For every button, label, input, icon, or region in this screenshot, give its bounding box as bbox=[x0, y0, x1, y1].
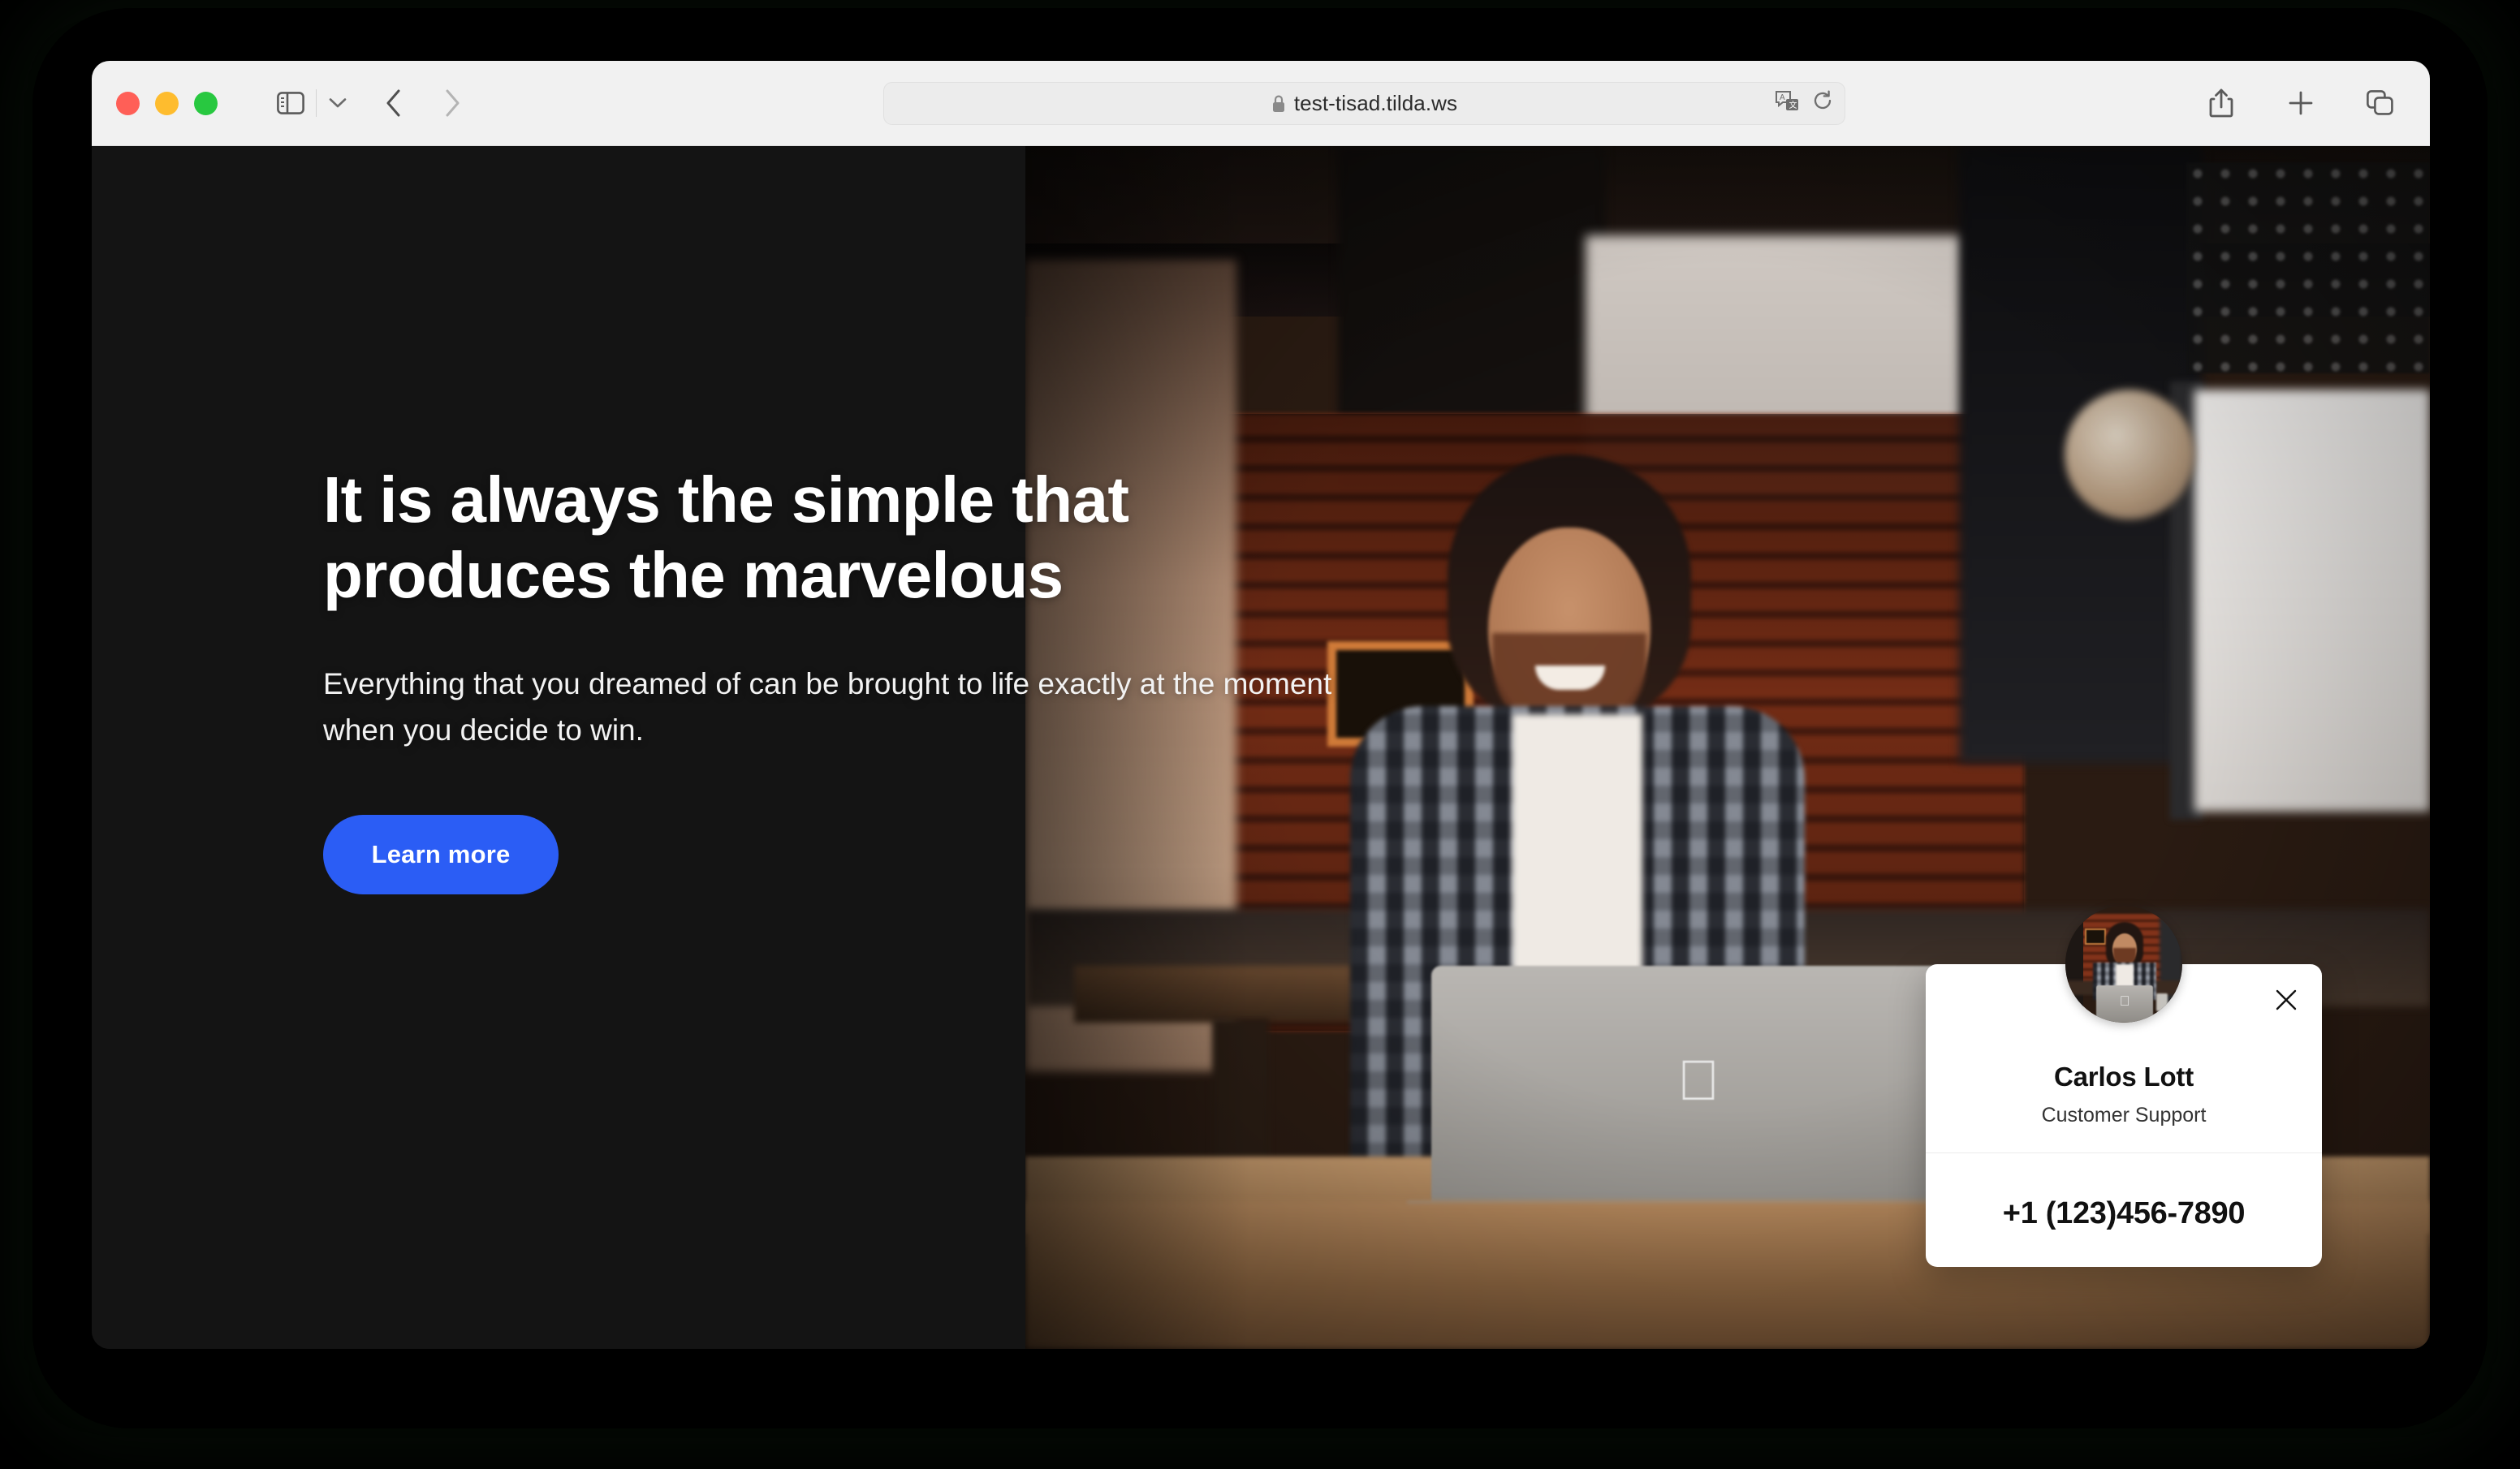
url-text: test-tisad.tilda.ws bbox=[1293, 91, 1458, 115]
web-page-content:  It is always the simple that produces … bbox=[92, 146, 2430, 1349]
reload-icon[interactable] bbox=[1812, 90, 1833, 117]
contact-name: Carlos Lott bbox=[2054, 1062, 2194, 1092]
url-cluster: test-tisad.tilda.ws bbox=[1271, 91, 1457, 116]
contact-phone[interactable]: +1 (123)456-7890 bbox=[1926, 1196, 2322, 1231]
hero-subtitle: Everything that you dreamed of can be br… bbox=[323, 666, 1332, 747]
lock-icon bbox=[1271, 94, 1286, 114]
contact-role: Customer Support bbox=[2041, 1104, 2207, 1127]
toolbar-right-controls bbox=[2199, 61, 2402, 145]
window-controls bbox=[116, 91, 218, 115]
zoom-window-button[interactable] bbox=[194, 91, 218, 115]
hero-copy: It is always the simple that produces th… bbox=[323, 463, 1403, 895]
contact-card:  Carlos Lott Customer Support +1 (123)4… bbox=[1926, 906, 2322, 1267]
close-window-button[interactable] bbox=[116, 91, 140, 115]
desktop-background: test-tisad.tilda.ws A 文 It is always the… bbox=[0, 0, 2520, 1469]
toolbar-divider bbox=[316, 89, 317, 117]
address-bar[interactable]: test-tisad.tilda.ws A 文 bbox=[883, 82, 1845, 125]
address-bar-actions: A 文 bbox=[1775, 83, 1833, 124]
back-button[interactable] bbox=[372, 81, 416, 125]
chevron-down-icon[interactable] bbox=[321, 81, 354, 125]
close-icon[interactable] bbox=[2270, 984, 2302, 1016]
share-icon[interactable] bbox=[2199, 81, 2243, 125]
sidebar-toggle-icon[interactable] bbox=[269, 81, 313, 125]
avatar:  bbox=[2065, 906, 2182, 1023]
page-title: It is always the simple that produces th… bbox=[323, 463, 1129, 611]
forward-button[interactable] bbox=[430, 81, 474, 125]
safari-browser-window: test-tisad.tilda.ws A 文 It is always the… bbox=[92, 61, 2430, 1349]
svg-text:A: A bbox=[1780, 93, 1785, 102]
tab-overview-icon[interactable] bbox=[2358, 81, 2402, 125]
translate-icon[interactable]: A 文 bbox=[1775, 89, 1801, 118]
new-tab-icon[interactable] bbox=[2279, 81, 2323, 125]
learn-more-button[interactable]: Learn more bbox=[323, 815, 559, 895]
contact-card-divider bbox=[1926, 1152, 2322, 1153]
svg-text:文: 文 bbox=[1789, 100, 1797, 110]
browser-toolbar: test-tisad.tilda.ws A 文 bbox=[92, 61, 2430, 146]
minimize-window-button[interactable] bbox=[155, 91, 179, 115]
toolbar-left-controls bbox=[218, 81, 474, 125]
